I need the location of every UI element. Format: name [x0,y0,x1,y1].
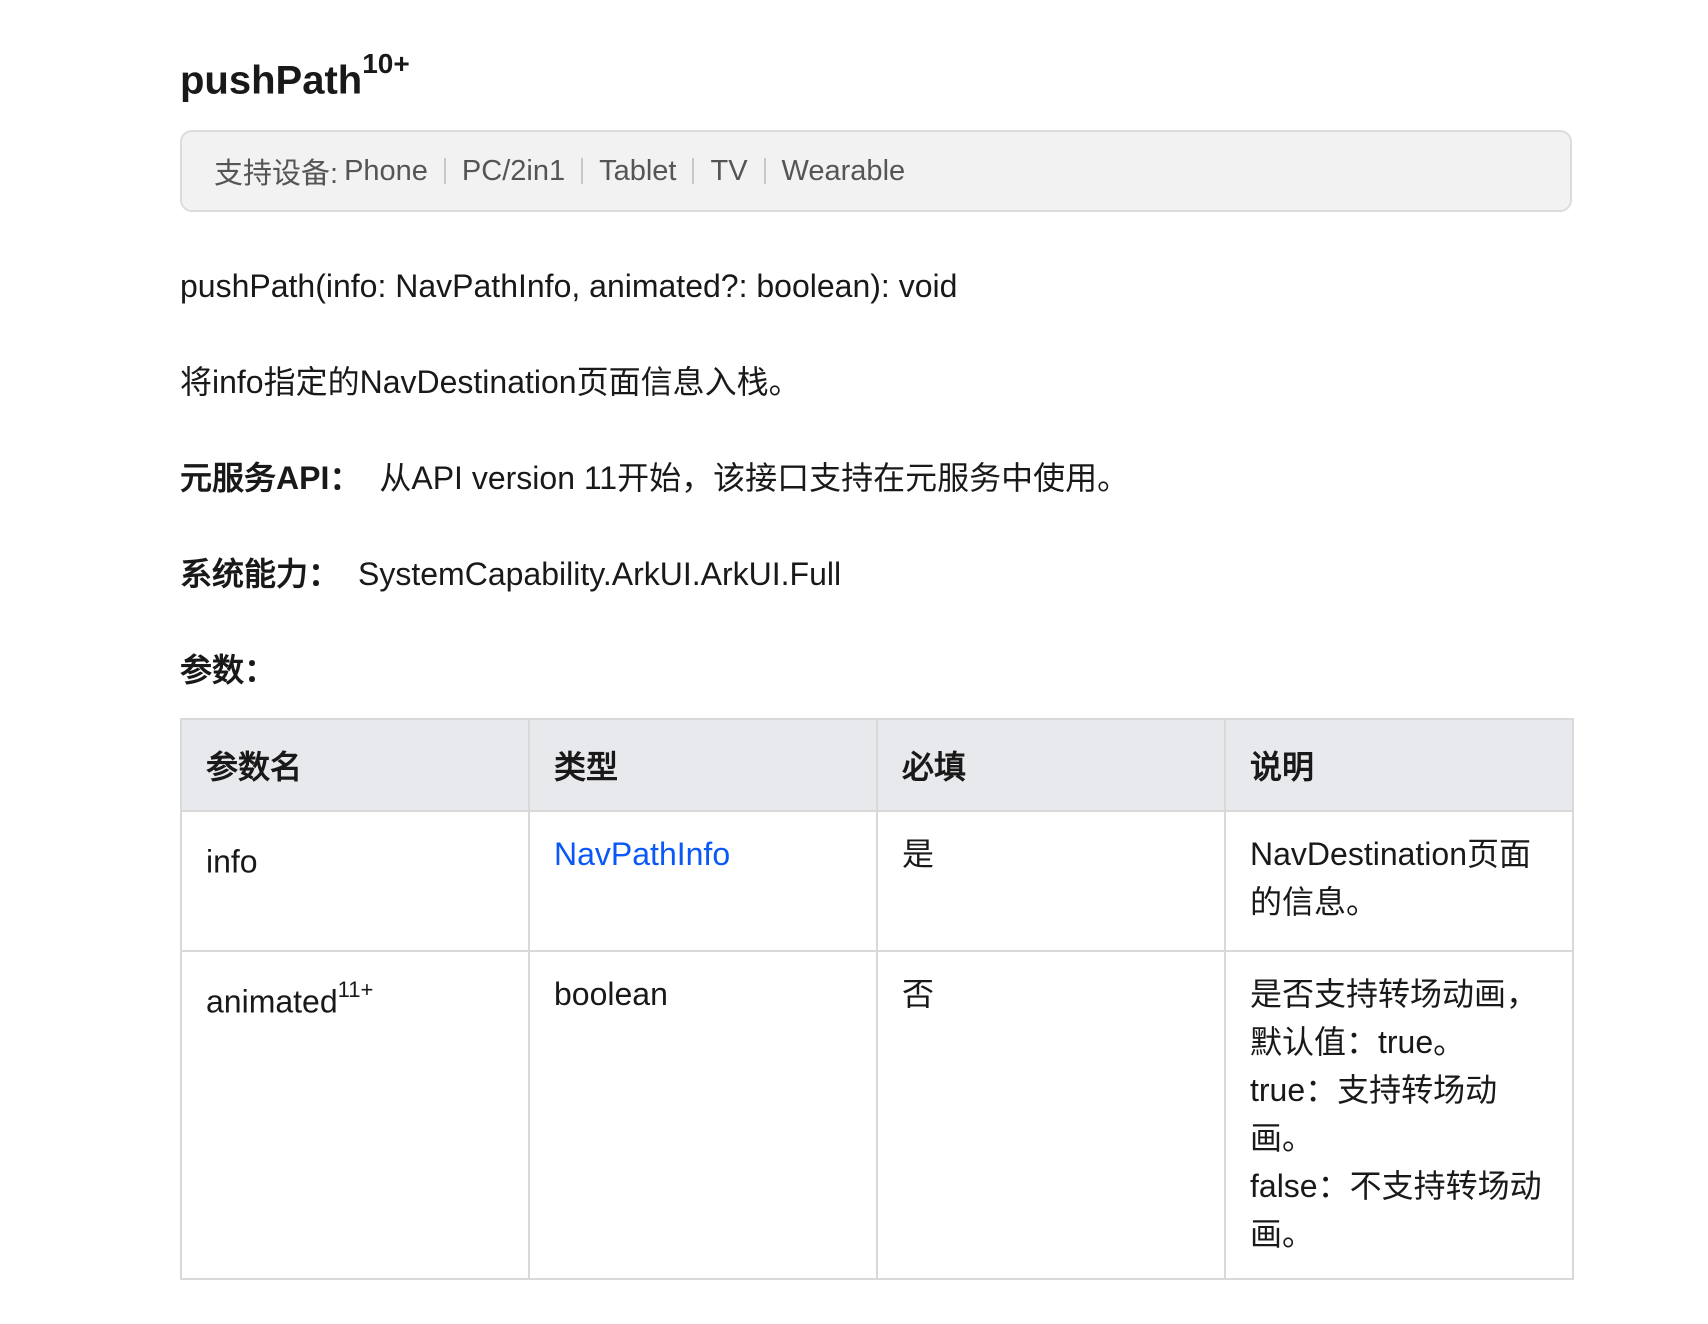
system-capability-label: 系统能力： [180,556,341,593]
device-separator [443,158,446,185]
system-capability-text: SystemCapability.ArkUI.ArkUI.Full [358,556,842,593]
param-description-cell: NavDestination页面的信息。 [1224,810,1574,953]
param-description-line: 是否支持转场动画，默认值：true。 [1250,976,1539,1061]
table-row: animated11+ boolean 否 是否支持转场动画，默认值：true。… [180,950,1574,1281]
atomic-service-info: 元服务API： 从API version 11开始，该接口支持在元服务中使用。 [180,456,1572,500]
device-separator [581,158,584,185]
params-heading: 参数： [180,652,277,689]
param-name-cell: info [180,810,530,953]
header-param-name: 参数名 [180,718,530,813]
param-description-line: NavDestination页面的信息。 [1250,836,1532,921]
param-type-cell: boolean [528,950,878,1281]
atomic-service-label: 元服务API： [180,460,362,497]
api-title: pushPath10+ [180,0,1572,108]
supported-devices-box: 支持设备: Phone PC/2in1 Tablet TV Wearable [180,130,1572,213]
system-capability-info: 系统能力： SystemCapability.ArkUI.ArkUI.Full [180,552,1572,596]
atomic-service-text: 从API version 11开始，该接口支持在元服务中使用。 [379,460,1130,497]
device-pc-2in1: PC/2in1 [461,154,566,187]
param-required-cell: 否 [876,950,1226,1281]
param-version-badge: 11+ [337,977,374,1003]
device-tablet: Tablet [599,154,677,187]
api-version-badge: 10+ [362,48,410,79]
header-description: 说明 [1224,718,1574,813]
device-phone: Phone [344,154,428,187]
method-description: 将info指定的NavDestination页面信息入栈。 [180,364,801,401]
table-row: info NavPathInfo 是 NavDestination页面的信息。 [180,810,1574,953]
param-name-cell: animated11+ [180,950,530,1281]
params-table: 参数名 类型 必填 说明 info NavPathInfo 是 NavDesti… [180,718,1574,1281]
supported-devices-label: 支持设备: [214,158,339,191]
param-type-cell: NavPathInfo [528,810,878,953]
device-tv: TV [710,154,748,187]
doc-page: pushPath10+ 支持设备: Phone PC/2in1 Tablet T… [180,0,1574,1281]
param-name: animated [206,983,338,1020]
param-description-cell: 是否支持转场动画，默认值：true。 true：支持转场动画。 false：不支… [1224,950,1574,1281]
param-description-line: true：支持转场动画。 [1250,1072,1498,1157]
table-header-row: 参数名 类型 必填 说明 [180,718,1574,813]
header-type: 类型 [528,718,878,813]
device-separator [763,158,766,185]
header-required: 必填 [876,718,1226,813]
method-signature: pushPath(info: NavPathInfo, animated?: b… [180,268,958,305]
param-required-cell: 是 [876,810,1226,953]
api-name: pushPath [180,58,363,103]
navpathinfo-link[interactable]: NavPathInfo [554,836,730,872]
param-name: info [206,843,258,880]
param-description-line: false：不支持转场动画。 [1250,1168,1542,1253]
device-wearable: Wearable [781,154,906,187]
device-separator [692,158,695,185]
